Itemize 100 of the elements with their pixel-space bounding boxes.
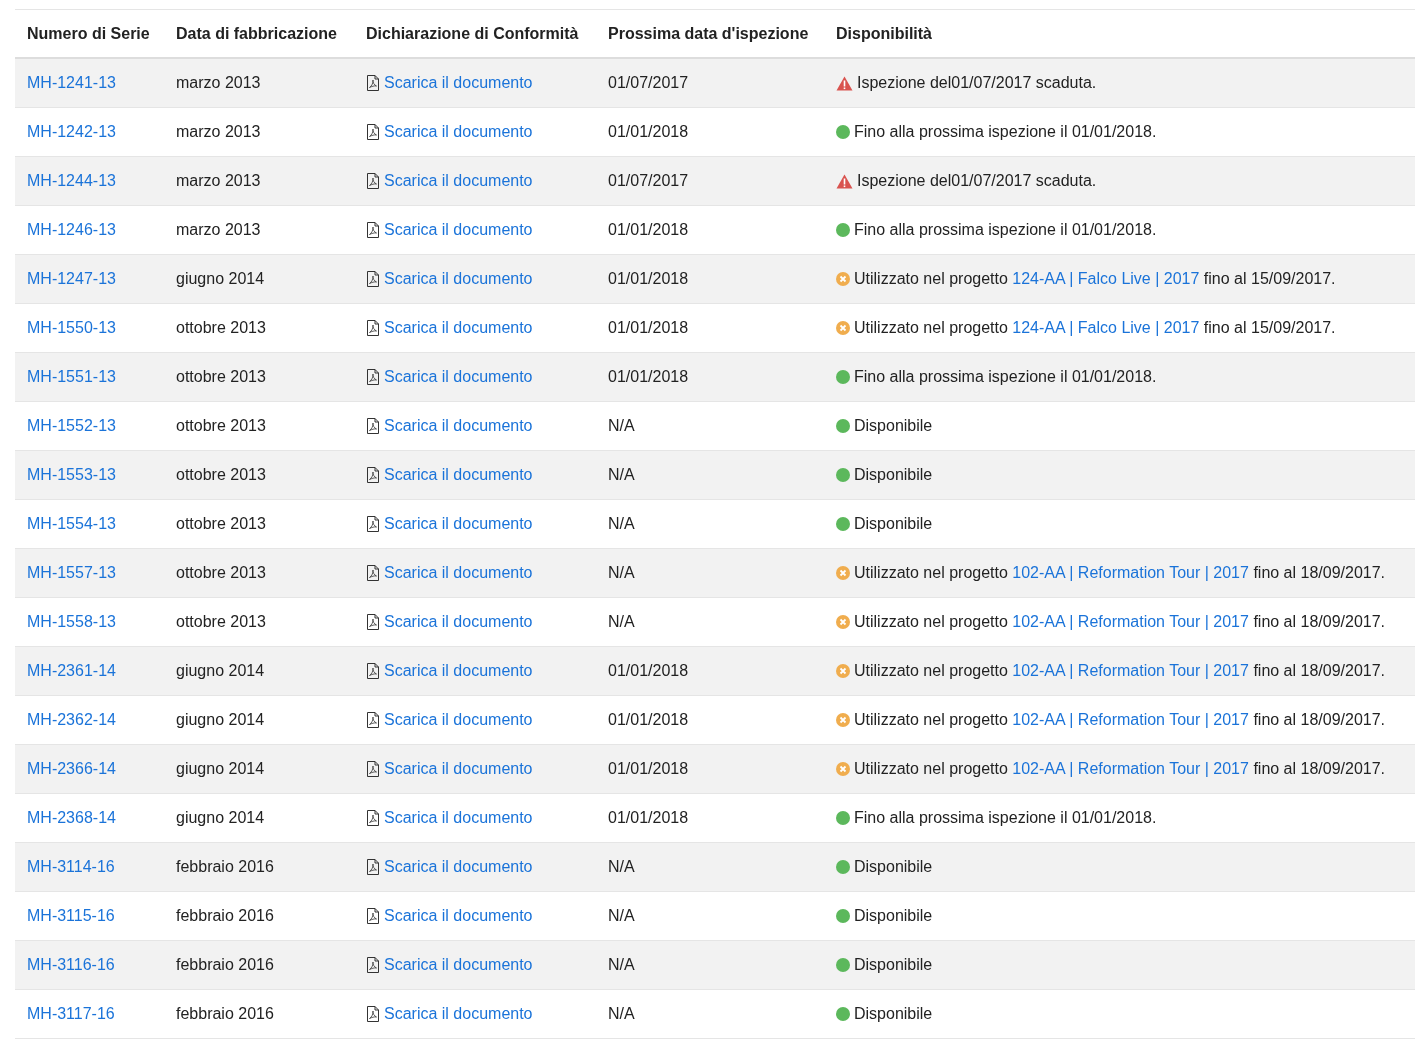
download-document-link[interactable]: Scarica il documento [384,169,533,193]
manufacture-date: giugno 2014 [176,809,265,826]
column-header: Numero di Serie [27,24,150,42]
pdf-file-icon [366,1006,380,1022]
inspection-date: N/A [608,907,635,924]
availability-text: Utilizzato nel progetto 102-AA | Reformation Tour | 2017 fino al 18/09/2017. [854,759,1386,779]
serial-number-link[interactable]: MH-3114-16 [27,858,115,875]
serial-number-link[interactable]: MH-1557-13 [27,564,116,581]
close-circle-icon [836,615,850,629]
availability-text: Utilizzato nel progetto 102-AA | Reformation Tour | 2017 fino al 18/09/2017. [854,563,1386,583]
availability-text: Utilizzato nel progetto 102-AA | Reformation Tour | 2017 fino al 18/09/2017. [854,710,1386,730]
serial-number-link[interactable]: MH-1241-13 [27,74,116,91]
warning-icon [836,75,853,91]
inspection-date: N/A [608,613,635,630]
download-document-link[interactable]: Scarica il documento [384,904,533,928]
serial-number-link[interactable]: MH-1244-13 [27,172,116,189]
manufacture-date: giugno 2014 [176,662,265,679]
inspection-date: 01/01/2018 [608,760,689,777]
availability-text: Fino alla prossima ispezione il 01/01/2018. [854,122,1157,142]
download-document-link[interactable]: Scarica il documento [384,120,533,144]
download-document-link[interactable]: Scarica il documento [384,218,533,242]
availability-text: Disponibile [854,857,933,877]
inspection-date: N/A [608,564,635,581]
project-link[interactable]: 102-AA | Reformation Tour | 2017 [1012,613,1249,630]
download-document-link[interactable]: Scarica il documento [384,953,533,977]
serial-number-link[interactable]: MH-1552-13 [27,417,116,434]
availability-text: Fino alla prossima ispezione il 01/01/2018. [854,220,1157,240]
manufacture-date: ottobre 2013 [176,466,266,483]
project-link[interactable]: 102-AA | Reformation Tour | 2017 [1012,564,1249,581]
pdf-file-icon [366,810,380,826]
serial-number-link[interactable]: MH-2361-14 [27,662,116,679]
availability-text: Utilizzato nel progetto 124-AA | Falco Live | 2017 fino al 15/09/2017. [854,318,1336,338]
inspection-date: 01/01/2018 [608,270,689,287]
availability-text: Disponibile [854,465,933,485]
download-document-link[interactable]: Scarica il documento [384,71,533,95]
inspection-date: N/A [608,956,635,973]
project-link[interactable]: 102-AA | Reformation Tour | 2017 [1012,711,1249,728]
project-link[interactable]: 102-AA | Reformation Tour | 2017 [1012,662,1249,679]
serial-number-link[interactable]: MH-1553-13 [27,466,116,483]
serial-number-link[interactable]: MH-1554-13 [27,515,116,532]
download-document-link[interactable]: Scarica il documento [384,855,533,879]
serial-number-link[interactable]: MH-3117-16 [27,1005,115,1022]
download-document-link[interactable]: Scarica il documento [384,806,533,830]
download-document-link[interactable]: Scarica il documento [384,365,533,389]
project-link[interactable]: 102-AA | Reformation Tour | 2017 [1012,760,1249,777]
download-document-link[interactable]: Scarica il documento [384,1002,533,1026]
serial-number-link[interactable]: MH-3116-16 [27,956,115,973]
availability-text: Disponibile [854,906,933,926]
inspection-date: 01/07/2017 [608,172,689,189]
pdf-file-icon [366,271,380,287]
serial-number-link[interactable]: MH-1242-13 [27,123,116,140]
project-link[interactable]: 124-AA | Falco Live | 2017 [1012,319,1200,336]
serial-number-link[interactable]: MH-2366-14 [27,760,116,777]
inspection-date: 01/01/2018 [608,662,689,679]
column-header: Prossima data d'ispezione [608,24,809,42]
download-document-link[interactable]: Scarica il documento [384,512,533,536]
manufacture-date: febbraio 2016 [176,907,274,924]
download-document-link[interactable]: Scarica il documento [384,708,533,732]
close-circle-icon [836,664,850,678]
manufacture-date: giugno 2014 [176,711,265,728]
pdf-file-icon [366,320,380,336]
download-document-link[interactable]: Scarica il documento [384,561,533,585]
serial-number-link[interactable]: MH-1550-13 [27,319,116,336]
download-document-link[interactable]: Scarica il documento [384,610,533,634]
download-document-link[interactable]: Scarica il documento [384,316,533,340]
download-document-link[interactable]: Scarica il documento [384,414,533,438]
manufacture-date: giugno 2014 [176,760,265,777]
pdf-file-icon [366,124,380,140]
serial-number-link[interactable]: MH-1558-13 [27,613,116,630]
manufacture-date: ottobre 2013 [176,368,266,385]
close-circle-icon [836,566,850,580]
serial-number-link[interactable]: MH-2368-14 [27,809,116,826]
pdf-file-icon [366,663,380,679]
serial-number-link[interactable]: MH-1246-13 [27,221,116,238]
download-document-link[interactable]: Scarica il documento [384,757,533,781]
download-document-link[interactable]: Scarica il documento [384,463,533,487]
inspection-date: 01/01/2018 [608,123,689,140]
availability-text: Ispezione del01/07/2017 scaduta. [857,73,1097,93]
inspection-date: 01/01/2018 [608,319,689,336]
serial-number-link[interactable]: MH-3115-16 [27,907,115,924]
pdf-file-icon [366,75,380,91]
download-document-link[interactable]: Scarica il documento [384,267,533,291]
serial-number-link[interactable]: MH-2362-14 [27,711,116,728]
manufacture-date: marzo 2013 [176,172,261,189]
manufacture-date: marzo 2013 [176,123,261,140]
pdf-file-icon [366,761,380,777]
inspection-date: N/A [608,1005,635,1022]
availability-text: Disponibile [854,416,933,436]
availability-text: Utilizzato nel progetto 102-AA | Reformation Tour | 2017 fino al 18/09/2017. [854,661,1386,681]
pdf-file-icon [366,614,380,630]
serial-number-link[interactable]: MH-1247-13 [27,270,116,287]
availability-text: Ispezione del01/07/2017 scaduta. [857,171,1097,191]
project-link[interactable]: 124-AA | Falco Live | 2017 [1012,270,1200,287]
manufacture-date: ottobre 2013 [176,564,266,581]
inspection-date: N/A [608,515,635,532]
download-document-link[interactable]: Scarica il documento [384,659,533,683]
pdf-file-icon [366,712,380,728]
serial-number-link[interactable]: MH-1551-13 [27,368,116,385]
availability-text: Disponibile [854,1004,933,1024]
manufacture-date: ottobre 2013 [176,613,266,630]
